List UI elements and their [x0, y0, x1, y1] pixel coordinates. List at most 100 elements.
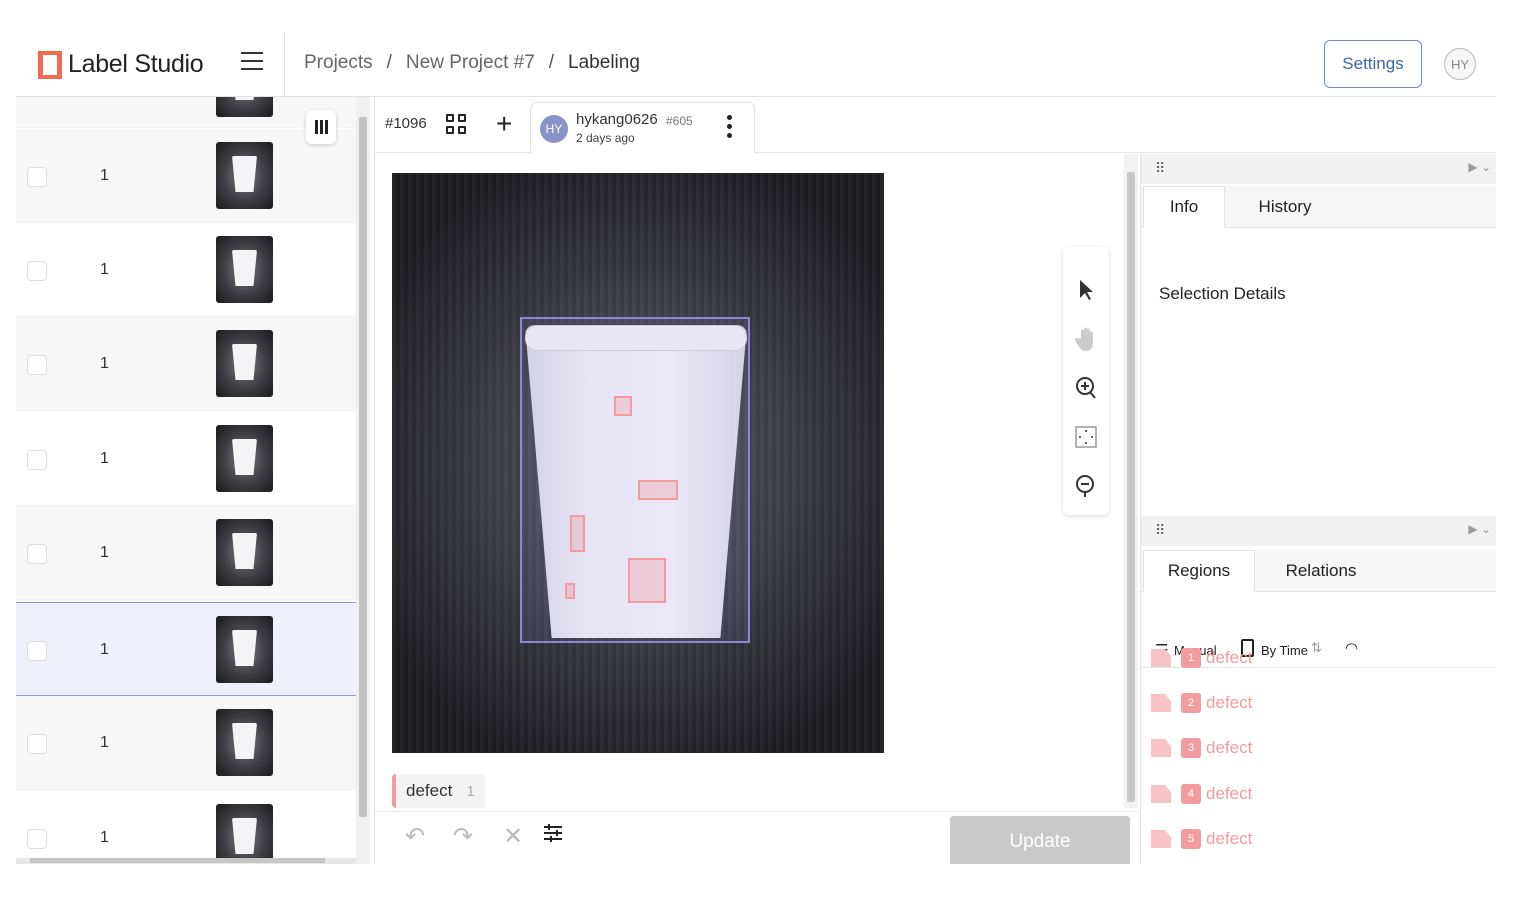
task-thumbnail: [216, 330, 273, 397]
reset-icon[interactable]: ✕: [503, 822, 523, 851]
defect-box-3[interactable]: [570, 515, 585, 552]
row-checkbox[interactable]: [27, 261, 47, 281]
more-options-icon[interactable]: [727, 115, 733, 142]
row-count: 1: [100, 734, 109, 751]
hamburger-menu-icon[interactable]: [241, 52, 263, 72]
label-name: defect: [406, 781, 453, 800]
drag-handle-icon[interactable]: ⠿: [1155, 522, 1165, 539]
zoom-in-icon[interactable]: [1072, 373, 1100, 403]
row-count: 1: [100, 641, 109, 658]
annotator-name: hykang0626: [576, 111, 658, 128]
region-item[interactable]: 3 defect: [1151, 733, 1252, 763]
task-list-scrollbar[interactable]: [356, 97, 370, 864]
panel-collapse-icon[interactable]: ▶ ⌄: [1468, 160, 1491, 174]
image-canvas[interactable]: [392, 173, 884, 753]
row-count: 1: [100, 544, 109, 561]
settings-sliders-icon[interactable]: [542, 822, 564, 851]
row-checkbox[interactable]: [27, 450, 47, 470]
annotation-id: #605: [666, 114, 693, 128]
task-thumbnail: [216, 519, 273, 586]
tab-regions[interactable]: Regions: [1143, 550, 1255, 592]
pointer-icon[interactable]: [1072, 275, 1100, 305]
region-item[interactable]: 1 defect: [1151, 643, 1252, 673]
defect-box-5[interactable]: [565, 583, 575, 599]
task-thumbnail: [216, 616, 273, 683]
task-id: #1096: [385, 115, 427, 132]
region-index: 4: [1181, 784, 1201, 804]
settings-button[interactable]: Settings: [1324, 40, 1422, 88]
row-checkbox[interactable]: [27, 355, 47, 375]
row-checkbox[interactable]: [27, 167, 47, 187]
row-checkbox[interactable]: [27, 641, 47, 661]
pan-hand-icon[interactable]: [1072, 324, 1100, 354]
task-thumbnail: [216, 142, 273, 209]
region-label: defect: [1206, 829, 1253, 848]
region-label: defect: [1206, 738, 1253, 757]
tab-info[interactable]: Info: [1143, 186, 1225, 228]
tab-history[interactable]: History: [1241, 186, 1329, 228]
order-by-time[interactable]: By Time: [1261, 643, 1308, 658]
label-hotkey: 1: [466, 782, 475, 800]
info-panel-header[interactable]: ⠿ ▶ ⌄: [1141, 154, 1496, 184]
breadcrumb-current: Labeling: [568, 52, 640, 73]
columns-toggle-button[interactable]: [306, 110, 336, 144]
region-item[interactable]: 4 defect: [1151, 779, 1252, 809]
region-index: 3: [1181, 738, 1201, 758]
row-checkbox[interactable]: [27, 829, 47, 849]
region-label: defect: [1206, 784, 1253, 803]
label-defect[interactable]: defect 1: [392, 774, 485, 808]
region-item[interactable]: 5 defect: [1151, 824, 1252, 854]
update-button[interactable]: Update: [950, 816, 1130, 864]
table-row[interactable]: 1: [16, 696, 356, 790]
add-annotation-icon[interactable]: +: [496, 110, 512, 138]
undo-icon[interactable]: ↶: [405, 822, 425, 851]
grid-view-icon[interactable]: [446, 114, 466, 134]
region-item[interactable]: 2 defect: [1151, 688, 1252, 718]
breadcrumb-projects[interactable]: Projects: [304, 52, 373, 74]
annotation-tab[interactable]: HY hykang0626 #605 2 days ago: [530, 102, 755, 154]
defect-box-4[interactable]: [628, 558, 666, 603]
table-row[interactable]: 1: [16, 412, 356, 506]
sort-direction-icon[interactable]: ⇅: [1311, 640, 1322, 656]
table-row[interactable]: 1: [16, 317, 356, 411]
row-checkbox[interactable]: [27, 734, 47, 754]
rectangle-region-icon: [1151, 739, 1171, 757]
redo-icon[interactable]: ↷: [453, 822, 473, 851]
region-index: 1: [1181, 648, 1201, 668]
table-row[interactable]: 1: [16, 129, 356, 223]
visibility-icon[interactable]: ◠: [1345, 639, 1358, 657]
zoom-out-icon[interactable]: [1072, 471, 1100, 501]
table-row[interactable]: [16, 97, 356, 128]
defect-box-1[interactable]: [614, 396, 632, 416]
table-row[interactable]: 1: [16, 506, 356, 600]
task-thumbnail: [216, 709, 273, 776]
table-row[interactable]: 1: [16, 791, 356, 864]
region-index: 5: [1181, 829, 1201, 849]
task-thumbnail: [216, 97, 273, 117]
app-logo[interactable]: Label Studio: [38, 50, 204, 79]
horizontal-scrollbar[interactable]: [16, 858, 356, 864]
row-checkbox[interactable]: [27, 544, 47, 564]
breadcrumb-separator: /: [548, 52, 555, 73]
tab-relations[interactable]: Relations: [1271, 550, 1371, 592]
logo-icon: [38, 50, 62, 79]
region-label: defect: [1206, 693, 1253, 712]
annotation-time: 2 days ago: [576, 131, 635, 145]
rectangle-region-icon: [1151, 694, 1171, 712]
rectangle-region-icon: [1151, 830, 1171, 848]
drag-handle-icon[interactable]: ⠿: [1155, 160, 1165, 177]
user-avatar[interactable]: HY: [1444, 48, 1476, 80]
regions-panel-header[interactable]: ⠿ ▶ ⌄: [1141, 516, 1496, 546]
panel-collapse-icon[interactable]: ▶ ⌄: [1468, 522, 1491, 536]
top-header: Label Studio Projects / New Project #7 /…: [16, 32, 1496, 97]
table-row-selected[interactable]: 1: [16, 602, 356, 696]
zoom-to-fit-icon[interactable]: [1072, 422, 1100, 452]
row-count: 1: [100, 261, 109, 278]
table-row[interactable]: 1: [16, 223, 356, 317]
defect-box-2[interactable]: [638, 480, 678, 500]
breadcrumb-project[interactable]: New Project #7: [406, 52, 535, 74]
breadcrumb: Projects / New Project #7 / Labeling: [304, 52, 640, 74]
annotation-tabbar: #1096 + HY hykang0626 #605 2 days ago: [375, 97, 1496, 154]
task-thumbnail: [216, 804, 273, 864]
canvas-scrollbar[interactable]: [1124, 154, 1138, 808]
